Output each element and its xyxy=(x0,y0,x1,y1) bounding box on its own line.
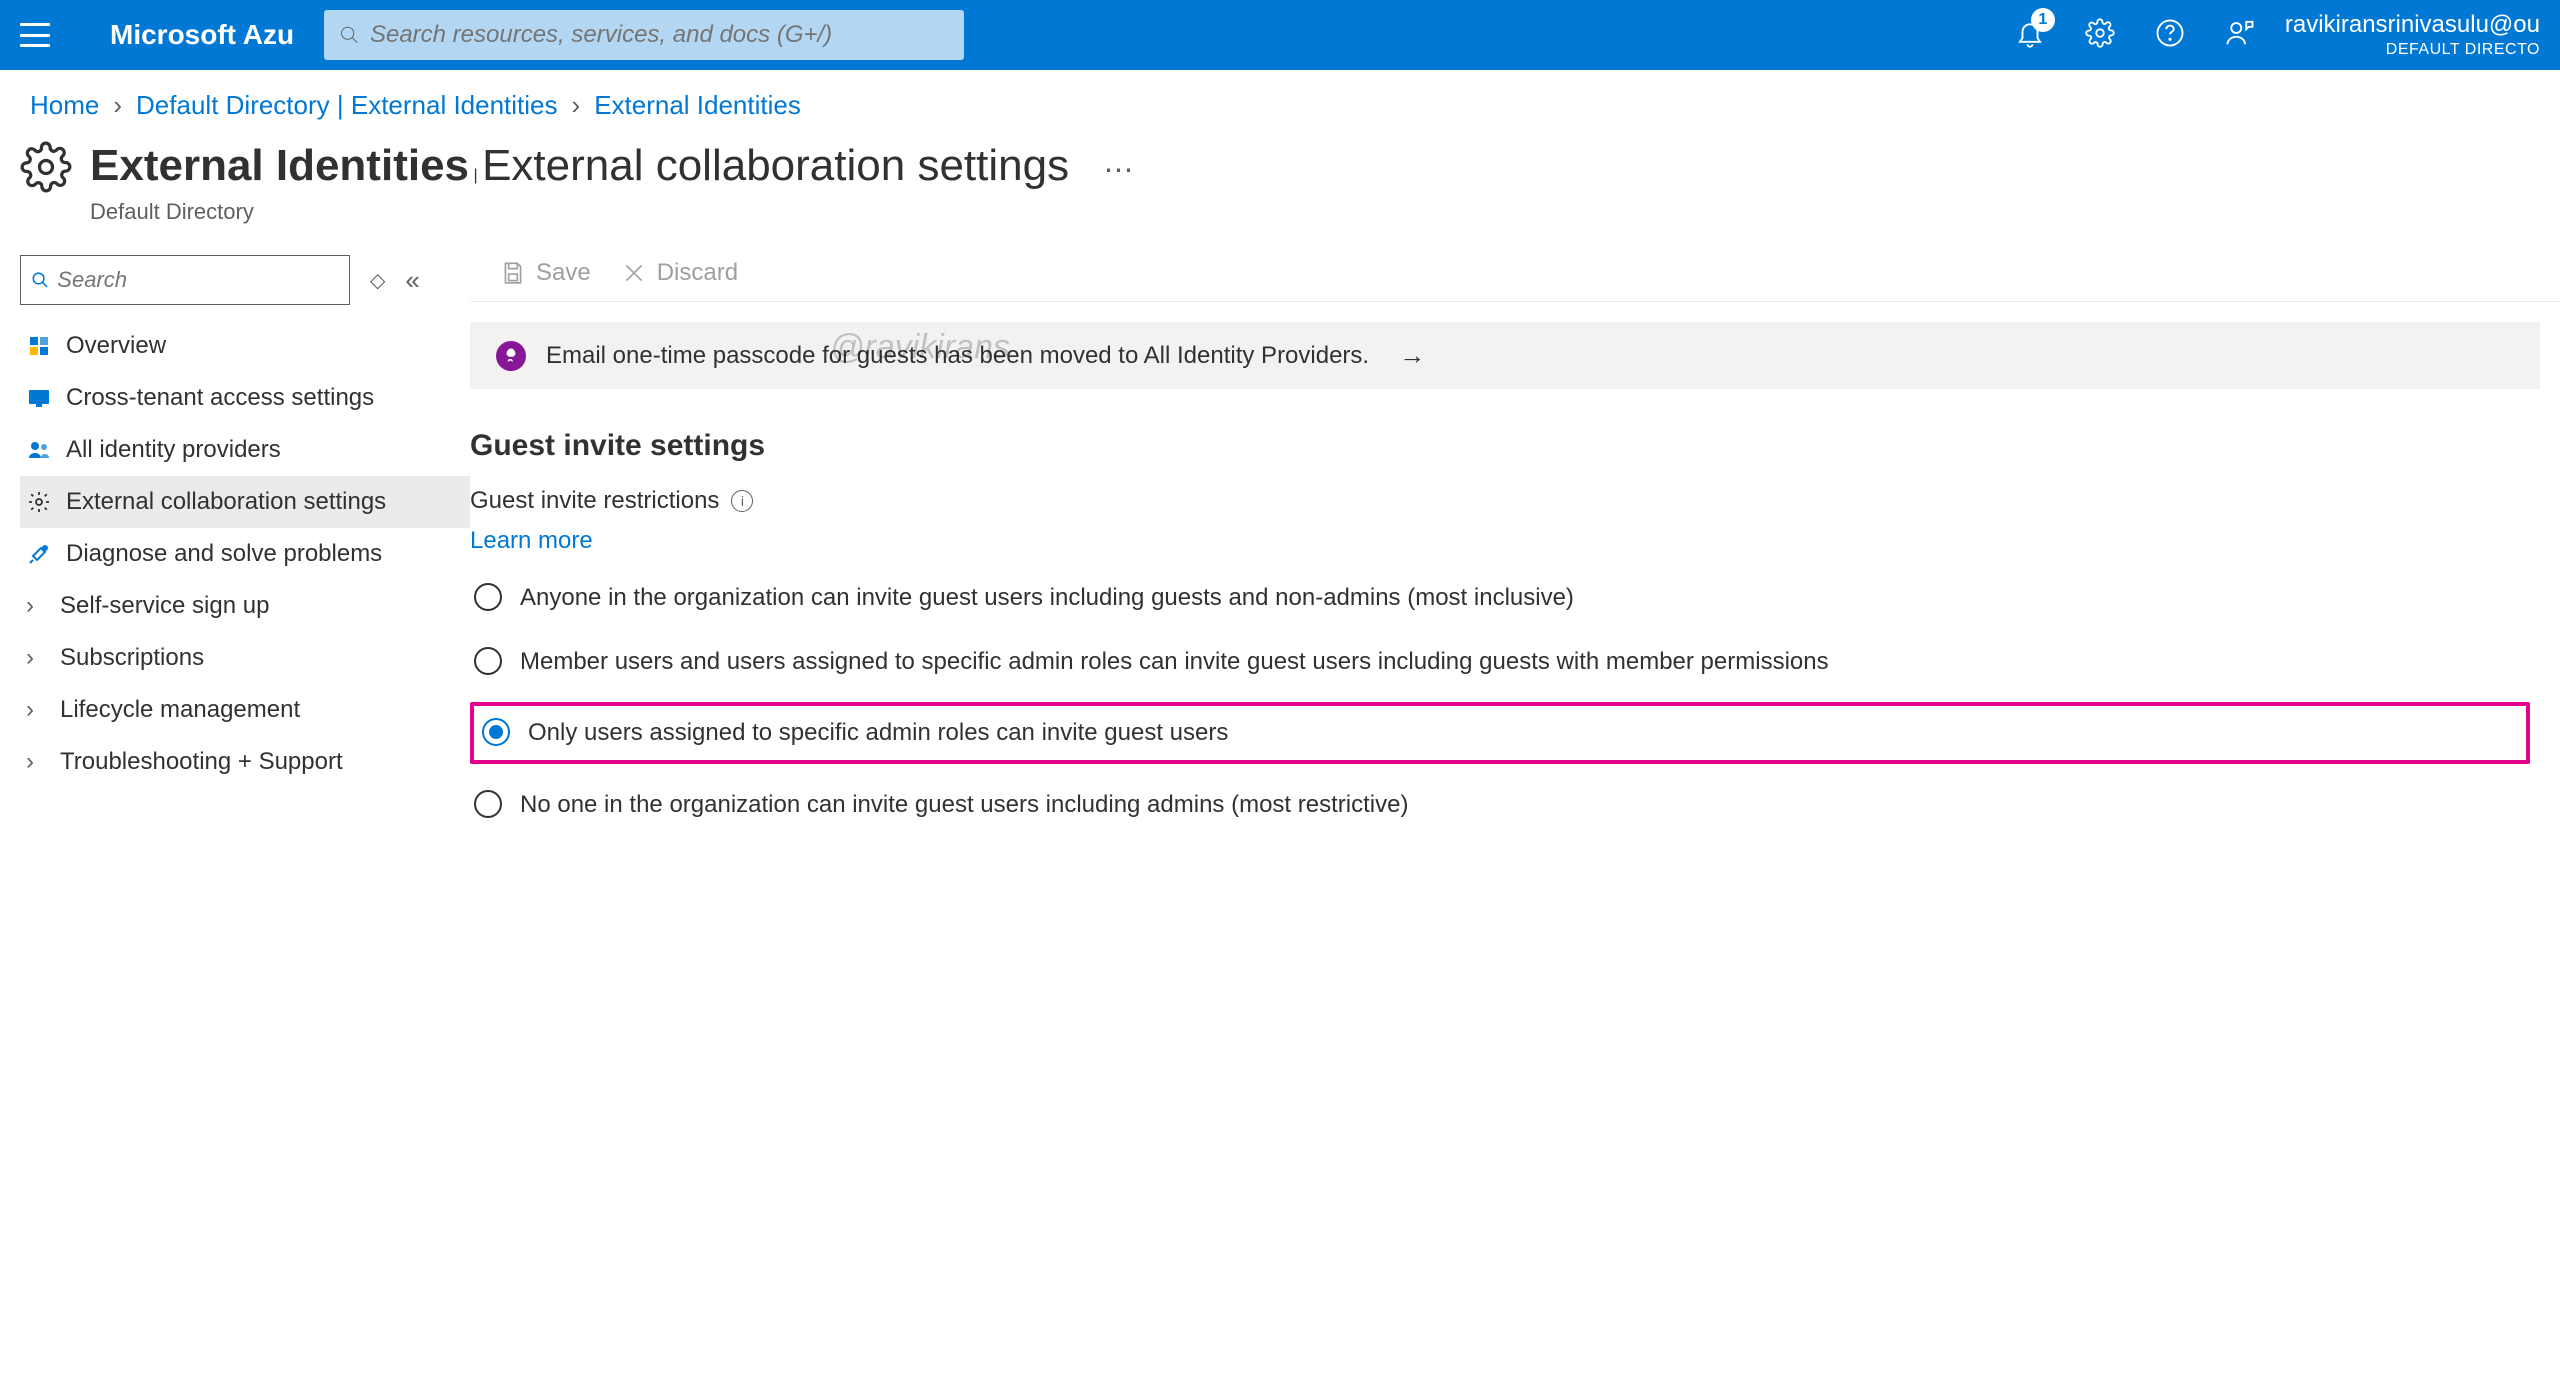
close-icon xyxy=(621,260,647,286)
radio-label: No one in the organization can invite gu… xyxy=(520,788,1408,822)
sort-icon[interactable]: ◇ xyxy=(370,268,385,293)
overview-icon xyxy=(26,333,52,359)
page-subtitle-inline: External collaboration settings xyxy=(482,141,1069,190)
sidebar-item-external-collab[interactable]: External collaboration settings xyxy=(20,476,470,528)
brand-label: Microsoft Azu xyxy=(110,19,294,51)
arrow-right-icon: → xyxy=(1399,340,1425,371)
gear-icon xyxy=(26,489,52,515)
learn-more-link[interactable]: Learn more xyxy=(470,527,593,555)
sidebar-item-diagnose[interactable]: Diagnose and solve problems xyxy=(20,528,470,580)
sidebar-search[interactable] xyxy=(20,255,350,305)
page-title-row: External Identities | External collabora… xyxy=(0,131,2560,245)
chevron-right-icon: › xyxy=(26,592,46,620)
save-label: Save xyxy=(536,259,591,287)
chevron-right-icon: › xyxy=(113,90,122,121)
sidebar-item-cross-tenant[interactable]: Cross-tenant access settings xyxy=(20,372,470,424)
global-search-input[interactable] xyxy=(370,21,949,49)
top-header: Microsoft Azu 1 ravikiransrinivasulu@ou … xyxy=(0,0,2560,70)
sidebar-item-lifecycle[interactable]: › Lifecycle management xyxy=(20,684,470,736)
people-icon xyxy=(26,437,52,463)
sidebar-item-subscriptions[interactable]: › Subscriptions xyxy=(20,632,470,684)
radio-icon xyxy=(474,583,502,611)
sidebar-item-overview[interactable]: Overview xyxy=(20,320,470,372)
sidebar-item-label: Self-service sign up xyxy=(60,592,269,620)
info-bar-text: Email one-time passcode for guests has b… xyxy=(546,342,1369,370)
radio-icon xyxy=(474,790,502,818)
discard-button[interactable]: Discard xyxy=(621,259,738,287)
chevron-right-icon: › xyxy=(572,90,581,121)
sidebar-item-label: External collaboration settings xyxy=(66,488,386,516)
guest-invite-section: Guest invite settings Guest invite restr… xyxy=(470,409,2560,827)
feedback-button[interactable] xyxy=(2225,18,2255,53)
breadcrumb-home[interactable]: Home xyxy=(30,90,99,121)
search-icon xyxy=(31,270,49,290)
radio-icon xyxy=(482,718,510,746)
rocket-icon xyxy=(496,341,526,371)
radio-icon xyxy=(474,647,502,675)
radio-label: Only users assigned to specific admin ro… xyxy=(528,716,1228,750)
gear-icon xyxy=(2085,18,2115,48)
help-button[interactable] xyxy=(2155,18,2185,53)
save-icon xyxy=(500,260,526,286)
user-email: ravikiransrinivasulu@ou xyxy=(2285,11,2540,40)
radio-option-noone[interactable]: No one in the organization can invite gu… xyxy=(470,782,2530,828)
radio-label: Member users and users assigned to speci… xyxy=(520,645,1829,679)
page-subtitle: Default Directory xyxy=(90,199,1136,225)
notifications-button[interactable]: 1 xyxy=(2015,18,2045,53)
sidebar-item-label: Lifecycle management xyxy=(60,696,300,724)
chevron-right-icon: › xyxy=(26,644,46,672)
radio-option-admins-only[interactable]: Only users assigned to specific admin ro… xyxy=(470,702,2530,764)
sidebar-item-label: Troubleshooting + Support xyxy=(60,748,343,776)
gear-icon xyxy=(20,141,72,198)
tools-icon xyxy=(26,541,52,567)
command-bar: Save Discard xyxy=(470,245,2560,302)
sidebar-item-label: Cross-tenant access settings xyxy=(66,384,374,412)
sidebar-item-troubleshoot[interactable]: › Troubleshooting + Support xyxy=(20,736,470,788)
breadcrumb-item-1[interactable]: Default Directory | External Identities xyxy=(136,90,557,121)
main-content: Save Discard Email one-time passcode for… xyxy=(470,245,2560,1388)
sidebar-item-identity-providers[interactable]: All identity providers xyxy=(20,424,470,476)
sidebar-item-self-service[interactable]: › Self-service sign up xyxy=(20,580,470,632)
collapse-sidebar-button[interactable]: « xyxy=(405,265,419,296)
person-feedback-icon xyxy=(2225,18,2255,48)
save-button[interactable]: Save xyxy=(500,259,591,287)
more-button[interactable]: ⋯ xyxy=(1104,154,1136,187)
global-search[interactable] xyxy=(324,10,964,60)
info-bar[interactable]: Email one-time passcode for guests has b… xyxy=(470,322,2540,389)
discard-label: Discard xyxy=(657,259,738,287)
help-icon xyxy=(2155,18,2185,48)
user-directory: DEFAULT DIRECTO xyxy=(2285,40,2540,59)
notification-badge: 1 xyxy=(2031,8,2055,32)
chevron-right-icon: › xyxy=(26,696,46,724)
menu-toggle-button[interactable] xyxy=(20,23,50,47)
breadcrumb-item-2[interactable]: External Identities xyxy=(594,90,801,121)
field-label: Guest invite restrictions i xyxy=(470,487,2530,515)
sidebar-item-label: All identity providers xyxy=(66,436,281,464)
sidebar-search-input[interactable] xyxy=(57,267,339,293)
radio-label: Anyone in the organization can invite gu… xyxy=(520,581,1574,615)
guest-invite-radio-group: Anyone in the organization can invite gu… xyxy=(470,575,2530,827)
sidebar: ◇ « Overview Cross-tenant access setting… xyxy=(0,245,470,1388)
info-icon[interactable]: i xyxy=(731,490,753,512)
header-icons: 1 xyxy=(2015,18,2255,53)
radio-option-members[interactable]: Member users and users assigned to speci… xyxy=(470,639,2530,685)
sidebar-item-label: Subscriptions xyxy=(60,644,204,672)
search-icon xyxy=(339,24,360,46)
chevron-right-icon: › xyxy=(26,748,46,776)
monitor-icon xyxy=(26,385,52,411)
page-title: External Identities xyxy=(90,141,469,190)
breadcrumb: Home › Default Directory | External Iden… xyxy=(0,70,2560,131)
section-heading: Guest invite settings xyxy=(470,429,2530,463)
settings-button[interactable] xyxy=(2085,18,2115,53)
sidebar-item-label: Diagnose and solve problems xyxy=(66,540,382,568)
sidebar-item-label: Overview xyxy=(66,332,166,360)
user-account[interactable]: ravikiransrinivasulu@ou DEFAULT DIRECTO xyxy=(2285,11,2540,59)
radio-option-anyone[interactable]: Anyone in the organization can invite gu… xyxy=(470,575,2530,621)
